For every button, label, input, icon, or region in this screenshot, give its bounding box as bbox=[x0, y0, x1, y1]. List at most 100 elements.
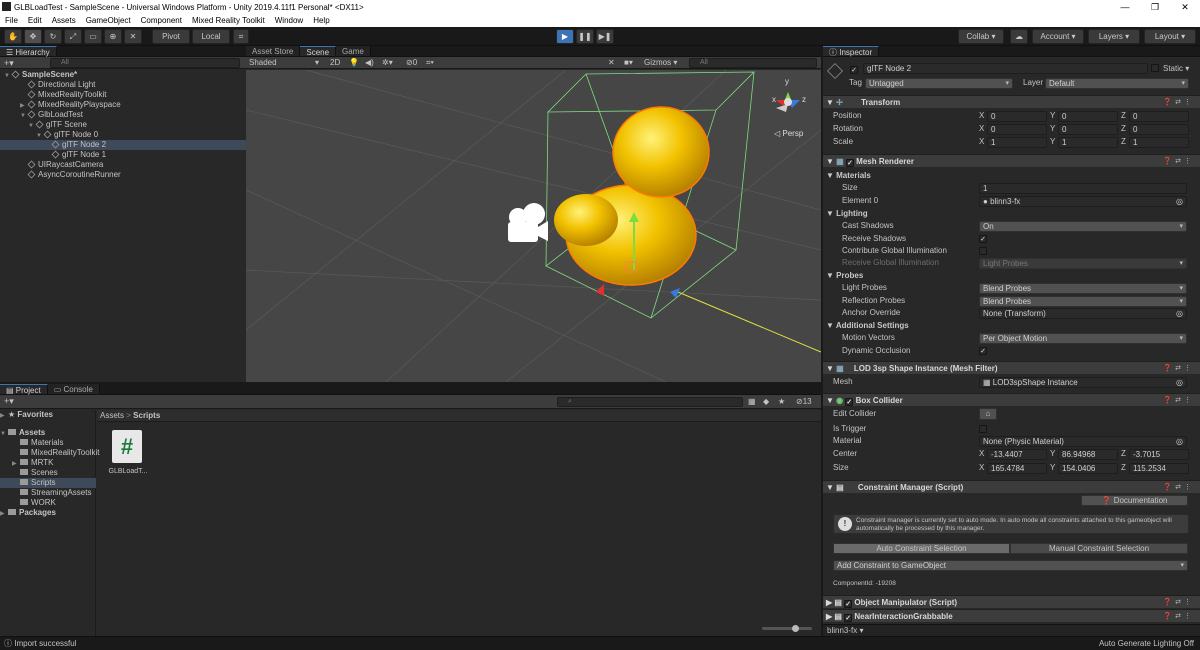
star-filter-icon[interactable]: ★ bbox=[778, 396, 785, 408]
cloud-icon[interactable]: ☁ bbox=[1010, 29, 1028, 44]
hierarchy-item[interactable]: ▶ MixedRealityPlayspace bbox=[0, 100, 246, 110]
assets-item[interactable]: ▼ Assets bbox=[0, 428, 96, 438]
box-collider-enabled[interactable]: ✓ bbox=[845, 398, 854, 406]
center-z-field[interactable]: -3.7015 bbox=[1129, 449, 1189, 460]
materials-foldout[interactable]: ▼ Materials bbox=[823, 170, 1200, 182]
hidden-objects-toggle[interactable]: ⊘0 bbox=[406, 57, 417, 69]
account-dropdown[interactable]: Account ▾ bbox=[1032, 29, 1084, 44]
size-y-field[interactable]: 154.0406 bbox=[1058, 463, 1118, 474]
size-z-field[interactable]: 115.2534 bbox=[1129, 463, 1189, 474]
dynamic-occlusion-checkbox[interactable]: ✓ bbox=[979, 347, 987, 355]
center-y-field[interactable]: 86.94968 bbox=[1058, 449, 1118, 460]
static-checkbox[interactable] bbox=[1151, 64, 1159, 73]
active-checkbox[interactable]: ✓ bbox=[850, 64, 858, 74]
element0-field[interactable]: ● blinn3-fx ◎ bbox=[979, 196, 1187, 207]
add-icon[interactable]: +▾ bbox=[4, 57, 14, 69]
reflection-probes-dropdown[interactable]: Blend Probes bbox=[979, 296, 1187, 307]
additional-settings-foldout[interactable]: ▼ Additional Settings bbox=[823, 320, 1200, 332]
project-search-input[interactable]: ⌕ bbox=[557, 397, 743, 407]
receive-shadows-checkbox[interactable]: ✓ bbox=[979, 235, 987, 243]
breadcrumb-assets[interactable]: Assets bbox=[100, 411, 124, 420]
hierarchy-item[interactable]: ▼ glTF Node 0 bbox=[0, 130, 246, 140]
play-button[interactable]: ▶ bbox=[556, 29, 574, 44]
lighting-foldout[interactable]: ▼ Lighting bbox=[823, 208, 1200, 220]
maximize-icon[interactable]: ❐ bbox=[1140, 0, 1170, 14]
tag-dropdown[interactable]: Untagged bbox=[865, 78, 1013, 89]
move-tool-icon[interactable]: ✥ bbox=[24, 29, 42, 44]
scene-search-input[interactable]: All bbox=[689, 58, 817, 68]
step-button[interactable]: ▶❚ bbox=[596, 29, 614, 44]
object-picker-icon[interactable]: ◎ bbox=[1176, 378, 1183, 387]
anchor-override-field[interactable]: None (Transform) ◎ bbox=[979, 308, 1187, 319]
transform-z-field[interactable]: 0 bbox=[1129, 124, 1189, 135]
grid-snap-icon[interactable]: ⌗ bbox=[233, 29, 249, 44]
object-picker-icon[interactable]: ◎ bbox=[1176, 197, 1183, 206]
add-constraint-dropdown[interactable]: Add Constraint to GameObject bbox=[833, 560, 1188, 571]
breadcrumb-scripts[interactable]: Scripts bbox=[133, 411, 160, 420]
manual-constraint-button[interactable]: Manual Constraint Selection bbox=[1010, 543, 1188, 554]
tab-game[interactable]: Game bbox=[336, 46, 371, 56]
layer-dropdown[interactable]: Default bbox=[1045, 78, 1189, 89]
near-grabbable-enabled[interactable]: ✓ bbox=[844, 614, 853, 622]
mesh-renderer-enabled[interactable]: ✓ bbox=[845, 159, 854, 167]
hierarchy-item[interactable]: ▼ SampleScene* bbox=[0, 70, 246, 80]
filter-label-icon[interactable]: ◆ bbox=[763, 396, 769, 408]
custom-tool-icon[interactable]: ✕ bbox=[124, 29, 142, 44]
folder-item[interactable]: Scenes bbox=[0, 468, 96, 478]
transform-z-field[interactable]: 0 bbox=[1129, 111, 1189, 122]
layers-dropdown[interactable]: Layers ▾ bbox=[1088, 29, 1140, 44]
effects-toggle-icon[interactable]: ✲▾ bbox=[382, 57, 393, 69]
hierarchy-item[interactable]: Directional Light bbox=[0, 80, 246, 90]
mesh-renderer-header[interactable]: ▼ ▦ ✓ Mesh Renderer ❓⇄⋮ bbox=[823, 154, 1200, 167]
tab-project[interactable]: ▤ Project bbox=[0, 384, 48, 395]
transform-tool-icon[interactable]: ⊕ bbox=[104, 29, 122, 44]
folder-item[interactable]: MixedRealityToolkit bbox=[0, 448, 99, 458]
folder-item[interactable]: Materials bbox=[0, 438, 96, 448]
auto-constraint-button[interactable]: Auto Constraint Selection bbox=[833, 543, 1010, 554]
layout-dropdown[interactable]: Layout ▾ bbox=[1144, 29, 1196, 44]
component-menu-icons[interactable]: ❓⇄⋮ bbox=[1163, 610, 1194, 623]
transform-y-field[interactable]: 0 bbox=[1058, 124, 1118, 135]
physic-material-field[interactable]: None (Physic Material) ◎ bbox=[979, 436, 1187, 447]
2d-toggle[interactable]: 2D bbox=[330, 57, 340, 69]
transform-x-field[interactable]: 0 bbox=[987, 124, 1047, 135]
grid-toggle-icon[interactable]: ⌗▾ bbox=[426, 57, 434, 69]
hand-tool-icon[interactable]: ✋ bbox=[4, 29, 22, 44]
menu-assets[interactable]: Assets bbox=[47, 14, 81, 27]
object-manipulator-header[interactable]: ▶ ▤ ✓ Object Manipulator (Script) ❓⇄⋮ bbox=[823, 595, 1200, 608]
tab-scene[interactable]: Scene bbox=[300, 46, 337, 57]
hierarchy-item[interactable]: ▼ glTF Scene bbox=[0, 120, 246, 130]
local-button[interactable]: Local bbox=[192, 29, 230, 44]
hierarchy-item[interactable]: MixedRealityToolkit bbox=[0, 90, 246, 100]
constraint-manager-header[interactable]: ▼ ▤ Constraint Manager (Script) ❓⇄⋮ bbox=[823, 480, 1200, 493]
transform-y-field[interactable]: 0 bbox=[1058, 111, 1118, 122]
filter-type-icon[interactable]: ▦ bbox=[748, 396, 756, 408]
transform-z-field[interactable]: 1 bbox=[1129, 137, 1189, 148]
pivot-button[interactable]: Pivot bbox=[152, 29, 190, 44]
hierarchy-item[interactable]: UIRaycastCamera bbox=[0, 160, 246, 170]
pause-button[interactable]: ❚❚ bbox=[576, 29, 594, 44]
center-x-field[interactable]: -13.4407 bbox=[987, 449, 1047, 460]
auto-lighting-status[interactable]: Auto Generate Lighting Off bbox=[1099, 637, 1194, 650]
component-menu-icons[interactable]: ❓⇄⋮ bbox=[1163, 394, 1194, 407]
hierarchy-item[interactable]: glTF Node 1 bbox=[0, 150, 246, 160]
collab-button[interactable]: Collab ▾ bbox=[958, 29, 1004, 44]
hierarchy-search-input[interactable]: All bbox=[50, 58, 240, 68]
persp-label[interactable]: ◁ Persp bbox=[774, 129, 804, 138]
scene-view[interactable]: y x z ◁ Persp bbox=[246, 70, 821, 382]
hierarchy-item[interactable]: AsyncCoroutineRunner bbox=[0, 170, 246, 180]
mesh-field[interactable]: ▦ LOD3spShape Instance ◎ bbox=[979, 377, 1187, 388]
light-probes-dropdown[interactable]: Blend Probes bbox=[979, 283, 1187, 294]
asset-file-item[interactable]: # GLBLoadT... bbox=[104, 430, 152, 478]
orientation-gizmo[interactable]: y x z bbox=[772, 77, 806, 112]
hierarchy-item[interactable]: glTF Node 2 bbox=[0, 140, 246, 150]
component-menu-icons[interactable]: ❓⇄⋮ bbox=[1163, 481, 1194, 494]
slider-thumb[interactable] bbox=[792, 625, 799, 632]
motion-vectors-dropdown[interactable]: Per Object Motion bbox=[979, 333, 1187, 344]
close-icon[interactable]: ✕ bbox=[1170, 0, 1200, 14]
menu-window[interactable]: Window bbox=[270, 14, 308, 27]
box-collider-header[interactable]: ▼ ◉ ✓ Box Collider ❓⇄⋮ bbox=[823, 393, 1200, 406]
object-name-field[interactable]: glTF Node 2 bbox=[863, 63, 1148, 74]
menu-help[interactable]: Help bbox=[308, 14, 334, 27]
rect-tool-icon[interactable]: ▭ bbox=[84, 29, 102, 44]
